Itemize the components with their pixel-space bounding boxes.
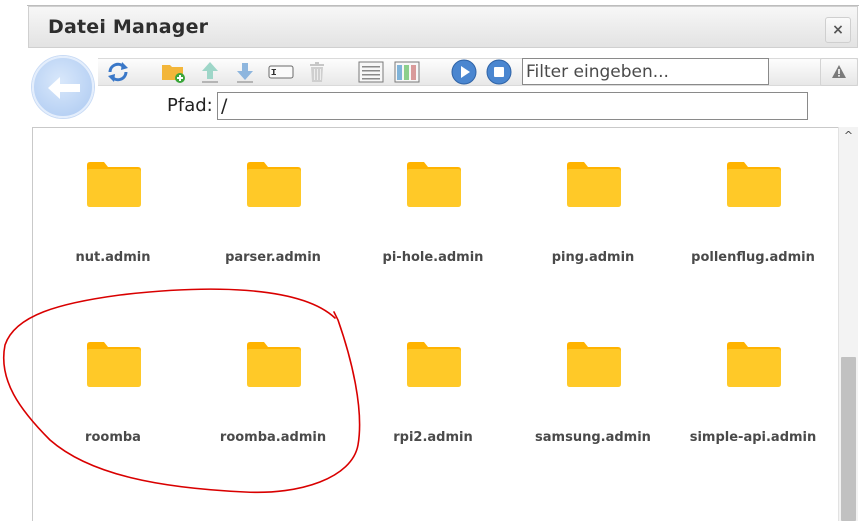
warning-button[interactable] <box>820 58 858 86</box>
folder-label: ping.admin <box>551 250 635 265</box>
folder-item[interactable]: parser.admin <box>193 128 353 308</box>
folder-icon <box>87 342 141 387</box>
folder-icon <box>727 162 781 207</box>
back-button[interactable] <box>32 56 94 118</box>
folder-item[interactable]: samsung.admin <box>513 308 673 488</box>
folder-label: pollenflug.admin <box>691 250 815 265</box>
list-view-icon <box>358 61 384 83</box>
warning-icon <box>832 65 846 78</box>
list-view-button[interactable] <box>358 60 384 84</box>
download-arrow-icon <box>237 63 253 83</box>
folder-icon <box>567 162 621 207</box>
folder-item[interactable]: pi-hole.admin <box>353 128 513 308</box>
table-view-icon <box>394 61 420 83</box>
play-icon <box>451 59 477 85</box>
path-label: Pfad: <box>167 95 213 116</box>
folder-label: parser.admin <box>225 250 321 265</box>
toolbar: Pfad: <box>28 48 858 128</box>
filter-input[interactable] <box>522 58 769 85</box>
close-button[interactable]: × <box>825 17 851 43</box>
rename-icon <box>268 65 294 79</box>
scroll-up-arrow[interactable]: ^ <box>839 127 858 145</box>
play-button[interactable] <box>451 59 477 85</box>
folder-item[interactable]: pollenflug.admin <box>673 128 833 308</box>
folder-icon <box>407 162 461 207</box>
window-title: Datei Manager <box>48 16 209 38</box>
stop-button[interactable] <box>486 59 512 85</box>
folder-item[interactable]: ping.admin <box>513 128 673 308</box>
folder-icon <box>247 342 301 387</box>
trash-icon <box>310 62 324 82</box>
folder-item[interactable]: roomba.admin <box>193 308 353 488</box>
download-button[interactable] <box>232 60 258 84</box>
file-grid-area: nut.admin parser.admin pi-hole.admin ping.a… <box>32 127 858 521</box>
refresh-icon <box>108 62 128 82</box>
folder-icon <box>407 342 461 387</box>
folder-label: samsung.admin <box>535 430 651 445</box>
window-titlebar: Datei Manager × <box>28 6 858 48</box>
folder-item[interactable]: rpi2.admin <box>353 308 513 488</box>
scroll-thumb[interactable] <box>841 357 856 521</box>
path-input[interactable] <box>217 92 808 120</box>
folder-icon <box>87 162 141 207</box>
upload-button[interactable] <box>197 60 223 84</box>
folder-icon <box>727 342 781 387</box>
folder-label: roomba <box>85 430 141 445</box>
folder-item[interactable]: nut.admin <box>33 128 193 308</box>
new-folder-icon <box>162 65 185 83</box>
folder-icon <box>247 162 301 207</box>
folder-label: pi-hole.admin <box>382 250 484 265</box>
new-folder-button[interactable] <box>161 60 187 84</box>
folder-item[interactable]: simple-api.admin <box>673 308 833 488</box>
folder-icon <box>567 342 621 387</box>
back-arrow-icon <box>48 77 80 99</box>
rename-button[interactable] <box>268 60 294 84</box>
delete-button[interactable] <box>304 60 330 84</box>
stop-icon <box>486 59 512 85</box>
folder-label: roomba.admin <box>219 430 327 445</box>
table-view-button[interactable] <box>394 60 420 84</box>
refresh-button[interactable] <box>105 60 131 84</box>
upload-arrow-icon <box>202 62 218 83</box>
folder-label: nut.admin <box>75 250 151 265</box>
folder-item[interactable]: roomba <box>33 308 193 488</box>
folder-label: simple-api.admin <box>689 430 817 445</box>
vertical-scrollbar[interactable]: ^ <box>838 127 858 521</box>
folder-label: rpi2.admin <box>393 430 473 445</box>
